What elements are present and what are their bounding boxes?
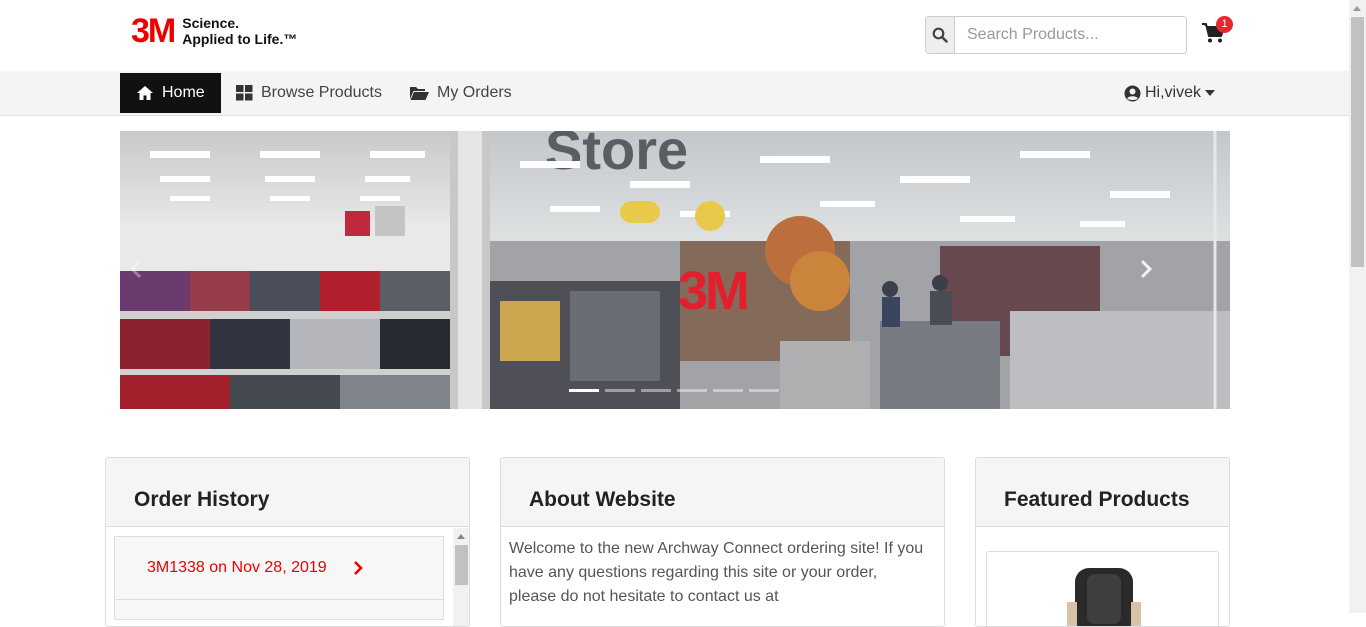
carousel-next-button[interactable] [1134, 257, 1158, 281]
order-history-title: Order History [134, 488, 270, 511]
carousel-indicators [569, 389, 779, 392]
logo-mark: 3M [131, 12, 176, 50]
search-button[interactable] [926, 17, 955, 53]
user-greeting: Hi,vivek [1145, 84, 1202, 101]
store-photo: Store 3M [120, 131, 1230, 409]
folder-open-icon [410, 86, 429, 101]
scroll-up-arrow[interactable] [1353, 6, 1361, 11]
about-website-text: Welcome to the new Archway Connect order… [509, 540, 924, 605]
main-navbar: Home Browse Products My Orders Hi,vivek [0, 71, 1349, 116]
grid-icon [236, 85, 253, 101]
search-icon [932, 27, 948, 43]
scrollbar-thumb[interactable] [1351, 17, 1364, 267]
page-scrollbar[interactable] [1349, 0, 1366, 613]
brand-logo[interactable]: 3M Science. Applied to Life.™ [131, 14, 297, 48]
featured-product-card[interactable] [986, 551, 1219, 626]
scrollbar-thumb[interactable] [455, 545, 468, 585]
about-website-panel: About Website Welcome to the new Archway… [500, 457, 945, 627]
tagline-line1: Science. [182, 15, 240, 31]
home-icon [136, 85, 154, 101]
carousel-indicator[interactable] [677, 389, 707, 392]
top-header: 3M Science. Applied to Life.™ 1 [0, 0, 1349, 71]
search-input[interactable] [955, 17, 1186, 53]
order-history-panel: Order History 3M1338 on Nov 28, 2019 [105, 457, 470, 627]
carousel-prev-button[interactable] [124, 257, 148, 281]
panel-header: Order History [106, 458, 469, 527]
product-image [1067, 568, 1141, 626]
order-history-list: 3M1338 on Nov 28, 2019 [114, 536, 444, 620]
tagline-line2: Applied to Life.™ [182, 31, 298, 47]
carousel-indicator[interactable] [749, 389, 779, 392]
order-history-item[interactable]: 3M1338 on Nov 28, 2019 [114, 536, 444, 600]
nav-home-label: Home [162, 84, 205, 101]
carousel-indicator[interactable] [713, 389, 743, 392]
order-label: 3M1338 on Nov 28, 2019 [147, 559, 327, 576]
chevron-right-icon [1140, 259, 1153, 279]
user-menu-dropdown[interactable]: Hi,vivek [1124, 83, 1216, 103]
carousel-indicator[interactable] [605, 389, 635, 392]
hero-carousel: Store 3M [120, 131, 1230, 409]
scroll-up-arrow[interactable] [457, 534, 465, 539]
chevron-right-icon [353, 561, 363, 575]
carousel-indicator[interactable] [641, 389, 671, 392]
panel-header: About Website [501, 458, 944, 527]
nav-browse-products[interactable]: Browse Products [236, 73, 382, 113]
featured-products-title: Featured Products [1004, 488, 1190, 511]
search-box [925, 16, 1187, 54]
user-circle-icon [1124, 85, 1141, 101]
cart-count-badge: 1 [1216, 16, 1233, 33]
nav-browse-label: Browse Products [261, 84, 382, 101]
nav-home[interactable]: Home [120, 73, 221, 113]
featured-products-panel: Featured Products [975, 457, 1230, 627]
about-website-title: About Website [529, 488, 676, 511]
logo-tagline: Science. Applied to Life.™ [182, 15, 297, 47]
panel-header: Featured Products [976, 458, 1229, 527]
nav-my-orders[interactable]: My Orders [410, 73, 512, 113]
order-history-scrollbar[interactable] [453, 528, 469, 626]
caret-down-icon [1205, 90, 1216, 96]
nav-orders-label: My Orders [437, 84, 512, 101]
order-history-item[interactable] [114, 600, 444, 620]
carousel-indicator[interactable] [569, 389, 599, 392]
chevron-left-icon [129, 259, 142, 279]
